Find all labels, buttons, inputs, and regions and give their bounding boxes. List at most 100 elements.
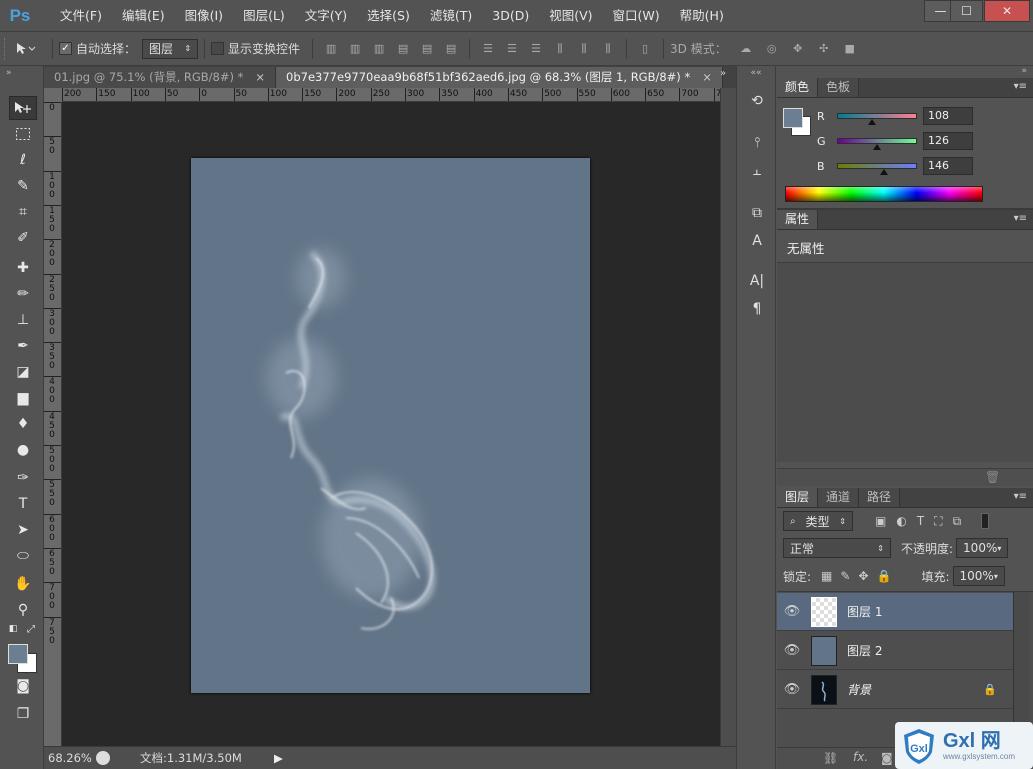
slider-knob[interactable] <box>873 144 882 150</box>
auto-align-icon[interactable]: ▯ <box>636 40 654 58</box>
layer-filter-dropdown[interactable]: ⌕ 类型 ⇕ <box>783 511 853 531</box>
close-icon[interactable]: × <box>255 70 265 84</box>
history-brush-tool-icon[interactable]: ✒ <box>9 334 37 358</box>
menu-window[interactable]: 窗口(W) <box>603 0 670 32</box>
fx-icon[interactable]: fx. <box>853 750 868 764</box>
panel-menu-icon[interactable]: ▾≡ <box>1014 213 1027 224</box>
filter-type-icon[interactable]: T <box>917 514 924 528</box>
color-fg-swatch[interactable] <box>783 108 803 128</box>
menu-type[interactable]: 文字(Y) <box>295 0 357 32</box>
tabs-overflow-icon[interactable]: » <box>720 68 726 79</box>
ellipse-tool-icon[interactable]: ⬭ <box>9 544 37 568</box>
tab-swatches[interactable]: 色板 <box>818 78 860 97</box>
add-mask-icon[interactable]: ◙ <box>881 751 893 765</box>
swap-colors-icon[interactable]: ⤢ <box>24 622 38 636</box>
distribute-bottom-icon[interactable]: ☰ <box>527 40 545 58</box>
align-left-icon[interactable]: ▤ <box>394 40 412 58</box>
distribute-vcenter-icon[interactable]: ☰ <box>503 40 521 58</box>
lasso-tool-icon[interactable]: ℓ <box>9 148 37 172</box>
blur-tool-icon[interactable]: ♦ <box>9 412 37 436</box>
move-tool-icon[interactable] <box>9 96 37 120</box>
lock-transparent-icon[interactable]: ▦ <box>821 569 832 583</box>
chevron-down-icon[interactable]: ▾ <box>994 572 998 581</box>
foreground-color-swatch[interactable] <box>8 644 28 664</box>
tab-document-01[interactable]: 01.jpg @ 75.1% (背景, RGB/8#) * × <box>44 67 277 88</box>
show-transform-checkbox[interactable] <box>211 42 225 55</box>
layer-row-1[interactable]: 👁 图层 1 <box>777 593 1013 631</box>
align-hcenter-icon[interactable]: ▤ <box>418 40 436 58</box>
zoom-level[interactable]: 68.26% <box>44 751 96 765</box>
align-right-icon[interactable]: ▤ <box>442 40 460 58</box>
chevron-down-icon[interactable]: ▾ <box>997 544 1001 553</box>
paragraph-panel-icon[interactable]: ¶ <box>745 298 769 320</box>
marquee-tool-icon[interactable] <box>9 122 37 146</box>
gradient-tool-icon[interactable]: ▆ <box>9 386 37 410</box>
menu-select[interactable]: 选择(S) <box>357 0 420 32</box>
trash-icon[interactable]: 🗑 <box>985 470 1000 484</box>
menu-layer[interactable]: 图层(L) <box>233 0 295 32</box>
distribute-hcenter-icon[interactable]: ⫼ <box>575 40 593 58</box>
menu-3d[interactable]: 3D(D) <box>482 0 539 32</box>
clone-stamp-tool-icon[interactable]: ⊥ <box>9 308 37 332</box>
filter-toggle[interactable] <box>981 513 990 529</box>
type-tool-icon[interactable]: T <box>9 492 37 516</box>
tab-paths[interactable]: 路径 <box>859 488 901 507</box>
status-menu-arrow-icon[interactable]: ▶ <box>274 751 283 765</box>
vertical-ruler[interactable]: 0 50 100 150 200 250 300 350 400 450 500 550 600 650 7… <box>44 102 62 746</box>
character-panel-icon[interactable]: A| <box>745 270 769 292</box>
toolbox-collapse-icon[interactable]: » <box>0 66 43 80</box>
tab-color[interactable]: 颜色 <box>777 78 819 97</box>
eye-icon[interactable]: 👁 <box>777 682 807 697</box>
brush-tool-icon[interactable]: ✏ <box>9 282 37 306</box>
slide-3d-icon[interactable]: ✣ <box>814 40 834 58</box>
lock-all-icon[interactable]: 🔒 <box>877 569 892 583</box>
filter-pixel-icon[interactable]: ▣ <box>875 514 886 528</box>
fill-input[interactable]: 100% ▾ <box>952 566 1005 586</box>
auto-select-checkbox[interactable]: ✓ <box>59 42 72 55</box>
drag-3d-icon[interactable]: ✥ <box>788 40 808 58</box>
align-top-icon[interactable]: ▥ <box>322 40 340 58</box>
lock-pixels-icon[interactable]: ✎ <box>840 569 850 583</box>
filter-adjustment-icon[interactable]: ◐ <box>896 514 906 528</box>
opacity-input[interactable]: 100% ▾ <box>956 538 1009 558</box>
layer-row-background[interactable]: 👁 背景 🔒 <box>777 671 1013 709</box>
blend-mode-dropdown[interactable]: 正常 ⇕ <box>783 538 891 558</box>
crop-tool-icon[interactable]: ⌗ <box>9 200 37 224</box>
panel-menu-icon[interactable]: ▾≡ <box>1014 81 1027 92</box>
scale-3d-icon[interactable]: ■ <box>840 40 860 58</box>
tab-document-active[interactable]: 0b7e377e9770eaa9b68f51bf362aed6.jpg @ 68… <box>276 67 723 88</box>
menu-edit[interactable]: 编辑(E) <box>112 0 175 32</box>
rotate-3d-icon[interactable]: ☁ <box>736 40 756 58</box>
clone-source-icon[interactable]: ⧉ <box>745 202 769 224</box>
horizontal-ruler[interactable]: 200 150 100 50 0 50 100 150 200 250 300 350 400 450 50… <box>62 88 720 102</box>
history-panel-icon[interactable]: ⟲ <box>745 90 769 112</box>
distribute-left-icon[interactable]: ⫼ <box>551 40 569 58</box>
pen-tool-icon[interactable]: ✑ <box>9 466 37 490</box>
move-tool-preset-icon[interactable] <box>10 38 46 60</box>
b-value-input[interactable]: 146 <box>923 157 973 175</box>
eraser-tool-icon[interactable]: ◪ <box>9 360 37 384</box>
slider-b[interactable] <box>837 163 917 175</box>
character-styles-icon[interactable]: A <box>745 230 769 252</box>
strip-collapse-icon[interactable]: «« <box>737 66 775 80</box>
menu-view[interactable]: 视图(V) <box>539 0 602 32</box>
distribute-right-icon[interactable]: ⫼ <box>599 40 617 58</box>
document-canvas[interactable] <box>191 158 590 693</box>
menu-help[interactable]: 帮助(H) <box>670 0 734 32</box>
menu-filter[interactable]: 滤镜(T) <box>420 0 482 32</box>
tab-channels[interactable]: 通道 <box>818 488 860 507</box>
link-layers-icon[interactable]: ⛓ <box>823 751 838 765</box>
lock-position-icon[interactable]: ✥ <box>858 569 868 583</box>
screen-mode-icon[interactable]: ❐ <box>9 702 37 726</box>
canvas-vertical-scrollbar[interactable] <box>720 88 736 746</box>
slider-knob[interactable] <box>879 169 888 175</box>
path-selection-tool-icon[interactable]: ➤ <box>9 518 37 542</box>
menu-file[interactable]: 文件(F) <box>50 0 112 32</box>
tab-properties[interactable]: 属性 <box>777 210 819 229</box>
slider-g[interactable] <box>837 138 917 150</box>
filter-smart-object-icon[interactable]: ⧉ <box>953 514 962 529</box>
tab-layers[interactable]: 图层 <box>777 488 819 507</box>
filter-shape-icon[interactable]: ⛶ <box>934 514 942 529</box>
status-info-icon[interactable] <box>96 751 110 765</box>
hand-tool-icon[interactable]: ✋ <box>9 572 37 596</box>
